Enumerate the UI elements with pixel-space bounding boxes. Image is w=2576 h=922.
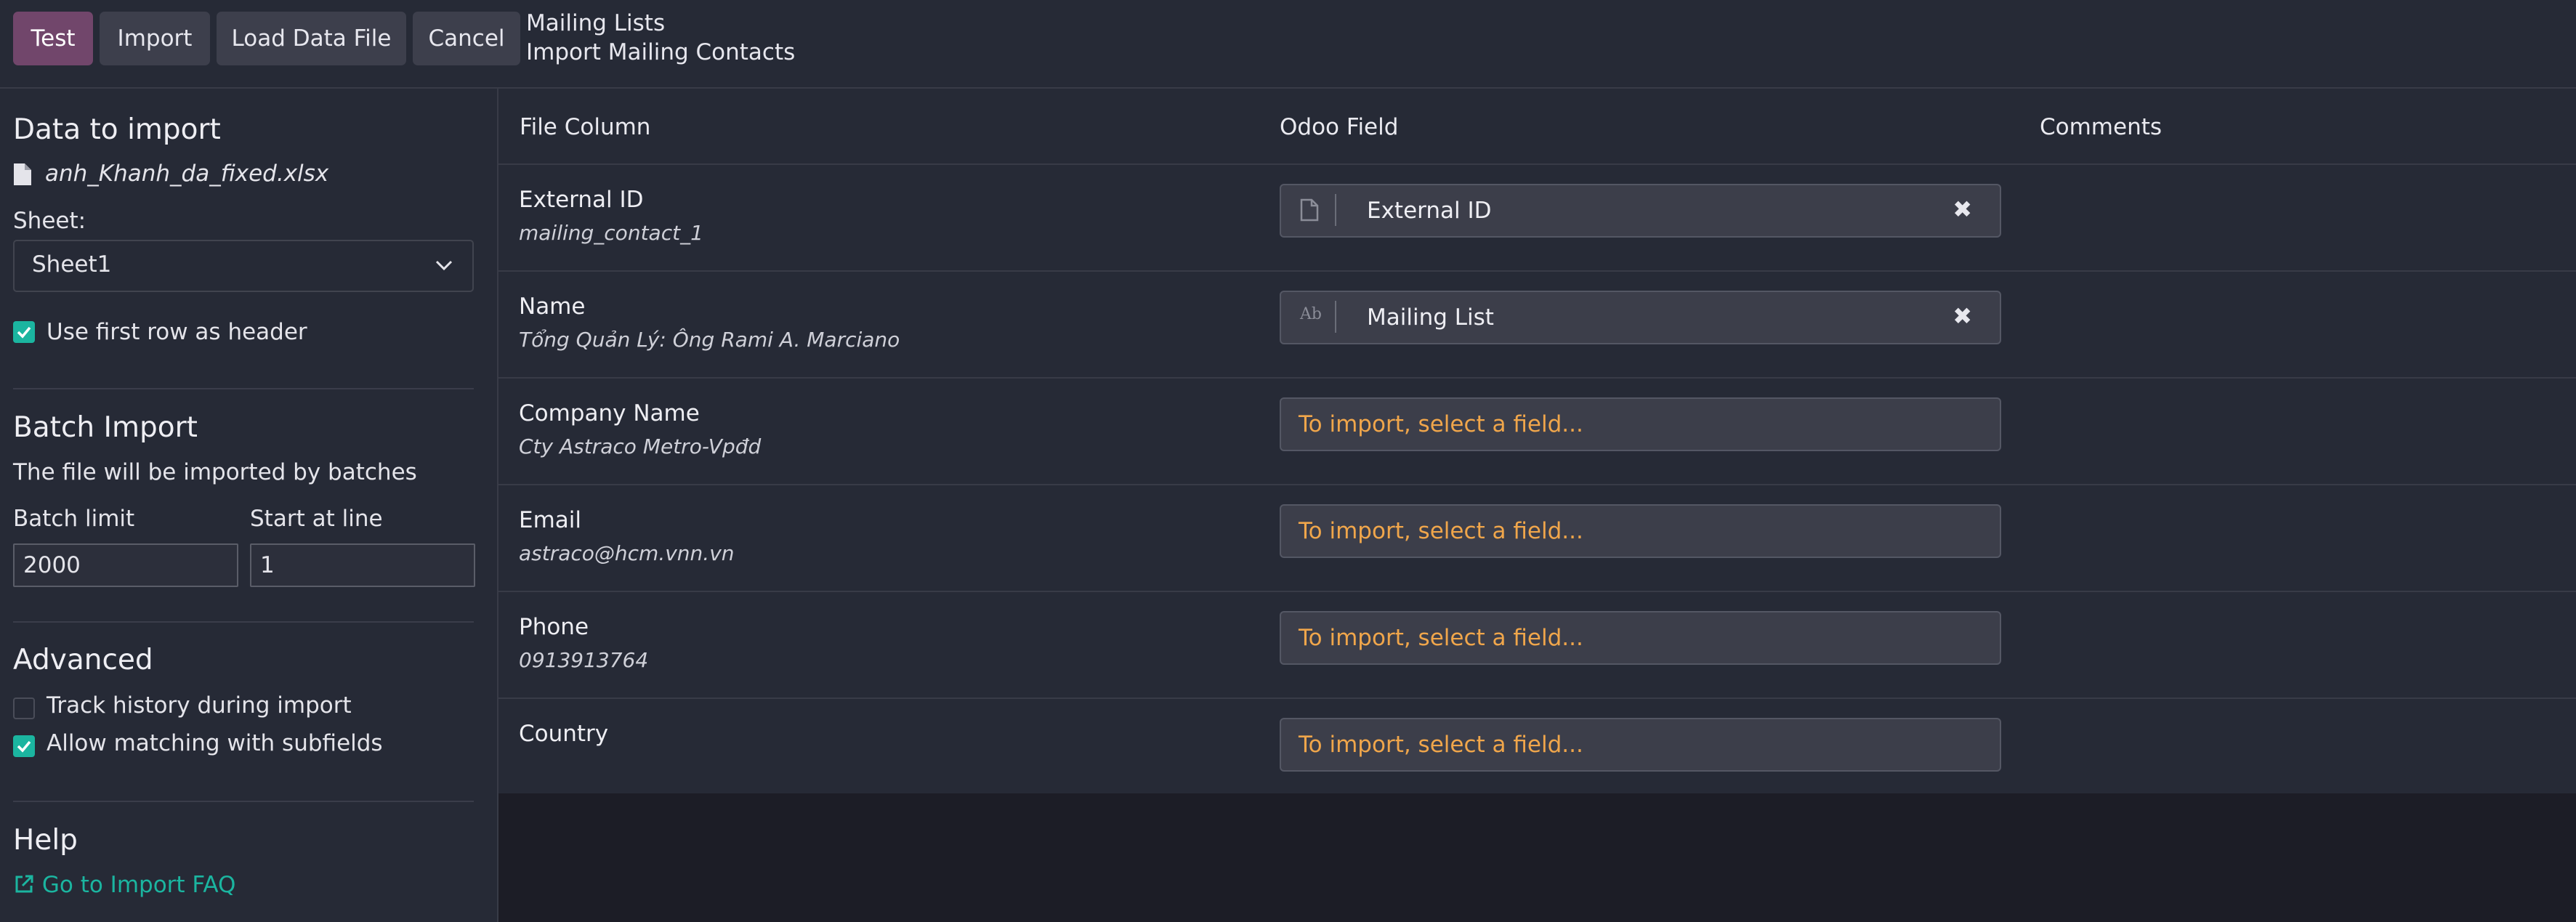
divider (13, 388, 474, 389)
file-icon (14, 163, 31, 185)
odoo-field-select[interactable]: To import, select a field... (1280, 504, 2001, 558)
import-mapping-table: File Column Odoo Field Comments External… (498, 89, 2576, 793)
file-column-name: Name (519, 294, 586, 320)
checkmark-icon (17, 326, 31, 339)
batch-limit-label: Batch limit (13, 506, 135, 532)
import-button[interactable]: Import (100, 12, 210, 65)
odoo-field-select[interactable]: To import, select a field... (1280, 611, 2001, 665)
file-column-name: Email (519, 507, 582, 533)
table-row: Phone 0913913764 To import, select a fie… (498, 591, 2576, 697)
odoo-field-select[interactable]: External ID ✖ (1280, 184, 2001, 238)
odoo-field-value: External ID (1367, 198, 1492, 224)
file-column-sample: mailing_contact_1 (519, 221, 703, 245)
file-column-sample: Cty Astraco Metro-Vpđd (519, 434, 762, 458)
start-line-input[interactable] (250, 543, 475, 587)
import-faq-link-text: Go to Import FAQ (41, 872, 236, 898)
advanced-title: Advanced (13, 644, 153, 676)
field-placeholder: To import, select a field... (1299, 411, 1583, 437)
table-row: External ID mailing_contact_1 External I… (498, 163, 2576, 270)
checkmark-icon (17, 740, 31, 753)
field-placeholder: To import, select a field... (1299, 732, 1583, 758)
breadcrumb-parent-link[interactable]: Mailing Lists (526, 9, 795, 38)
table-row: Country To import, select a field... (498, 697, 2576, 793)
load-data-file-button[interactable]: Load Data File (217, 12, 406, 65)
comments-header: Comments (2040, 114, 2163, 140)
file-column-header: File Column (520, 114, 651, 140)
start-line-label: Start at line (250, 506, 383, 532)
breadcrumb: Mailing Lists Import Mailing Contacts (526, 9, 795, 67)
file-column-name: Phone (519, 614, 589, 640)
field-placeholder: To import, select a field... (1299, 518, 1583, 544)
batch-import-title: Batch Import (13, 411, 198, 444)
text-icon: Ab (1300, 305, 1322, 323)
allow-matching-checkbox[interactable] (13, 735, 35, 757)
divider (13, 801, 474, 802)
help-title: Help (13, 824, 78, 857)
file-column-name: Company Name (519, 400, 700, 426)
import-options-sidebar: Data to import anh_Khanh_da_fixed.xlsx S… (0, 89, 498, 922)
sheet-select-value: Sheet1 (32, 251, 112, 278)
odoo-field-select[interactable]: To import, select a field... (1280, 718, 2001, 772)
file-column-name: Country (519, 721, 609, 747)
file-column-sample: Tổng Quản Lý: Ông Rami A. Marciano (519, 328, 900, 352)
sheet-select[interactable]: Sheet1 (13, 240, 474, 292)
track-history-label: Track history during import (47, 692, 352, 719)
clear-field-icon[interactable]: ✖ (1953, 195, 1972, 223)
file-column-sample: astraco@hcm.vnn.vn (519, 541, 735, 565)
file-column-sample: 0913913764 (519, 648, 649, 672)
table-row: Company Name Cty Astraco Metro-Vpđd To i… (498, 377, 2576, 484)
odoo-field-value: Mailing List (1367, 304, 1494, 331)
batch-limit-input[interactable] (13, 543, 238, 587)
file-column-name: External ID (519, 187, 644, 213)
divider (13, 621, 474, 623)
table-row: Name Tổng Quản Lý: Ông Rami A. Marciano … (498, 270, 2576, 377)
import-faq-link[interactable]: Go to Import FAQ (13, 872, 235, 898)
clear-field-icon[interactable]: ✖ (1953, 302, 1972, 330)
allow-matching-label: Allow matching with subfields (47, 730, 383, 756)
control-panel: Test Import Load Data File Cancel Mailin… (0, 0, 2576, 89)
file-name: anh_Khanh_da_fixed.xlsx (45, 161, 329, 187)
data-to-import-title: Data to import (13, 113, 221, 146)
odoo-field-select[interactable]: To import, select a field... (1280, 397, 2001, 451)
use-header-label: Use first row as header (47, 319, 307, 345)
test-button[interactable]: Test (13, 12, 93, 65)
field-placeholder: To import, select a field... (1299, 625, 1583, 651)
odoo-field-header: Odoo Field (1280, 114, 1399, 140)
cancel-button[interactable]: Cancel (413, 12, 520, 65)
field-divider (1335, 194, 1336, 226)
file-icon (1300, 198, 1319, 222)
breadcrumb-current: Import Mailing Contacts (526, 39, 796, 65)
track-history-checkbox[interactable] (13, 697, 35, 719)
sheet-label: Sheet: (13, 208, 86, 234)
external-link-icon (15, 875, 33, 893)
chevron-down-icon (435, 260, 453, 271)
field-divider (1335, 301, 1336, 333)
odoo-field-select[interactable]: Ab Mailing List ✖ (1280, 291, 2001, 344)
table-row: Email astraco@hcm.vnn.vn To import, sele… (498, 484, 2576, 591)
batch-import-description: The file will be imported by batches (13, 459, 417, 485)
use-header-checkbox[interactable] (13, 321, 35, 343)
